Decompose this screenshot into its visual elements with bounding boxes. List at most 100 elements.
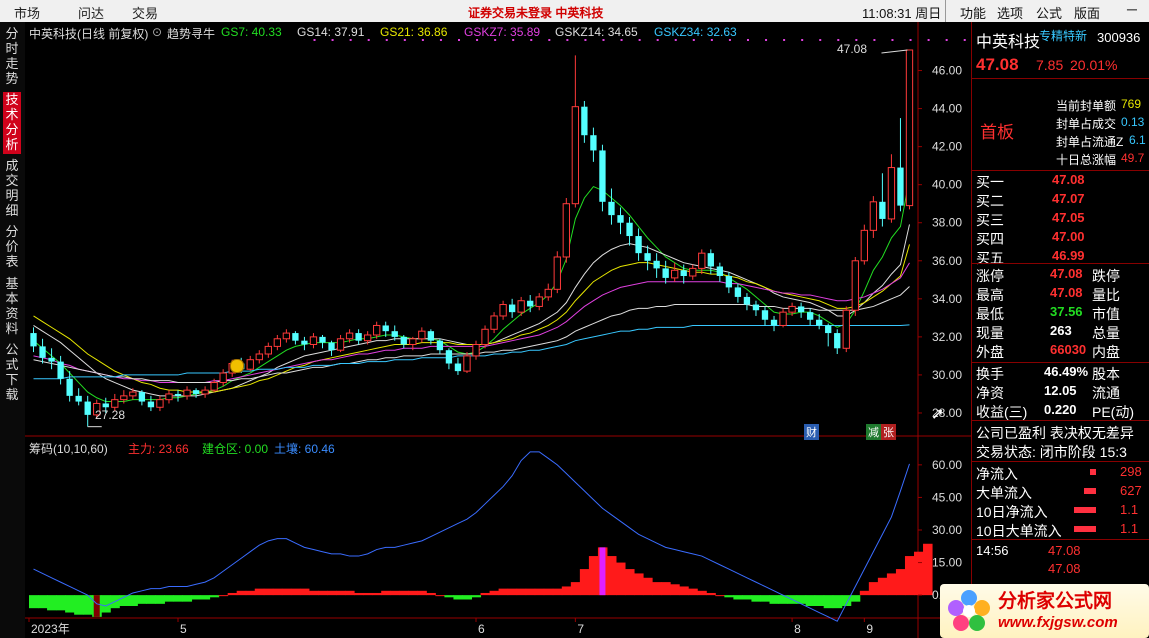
stat-label-2: 跌停 [1092, 268, 1120, 284]
candle-body [490, 315, 498, 330]
main-force-bar [317, 590, 328, 596]
main-force-bar [263, 588, 274, 596]
seal-vs-float-value: 6.1 [1129, 133, 1146, 147]
candle-body [644, 253, 651, 261]
smiley-signal-icon[interactable] [230, 359, 244, 373]
limit-dot [421, 39, 424, 41]
limit-dot [710, 39, 713, 41]
tab-formula-download[interactable]: 公式下载 [3, 342, 21, 404]
menu-market[interactable]: 市场 [14, 3, 40, 22]
main-force-bar [38, 595, 48, 609]
main-force-bar [516, 588, 527, 596]
minimize-icon[interactable]: ─ [1127, 1, 1137, 17]
indicator-name[interactable]: 趋势寻牛 [167, 25, 215, 42]
main-force-bar [805, 595, 816, 606]
candle-body [355, 333, 362, 341]
main-force-bar [742, 595, 752, 600]
menu-formula[interactable]: 公式 [1036, 3, 1062, 22]
candle-body [698, 252, 706, 269]
seal-vs-float-label: 封单占流通Z [1056, 135, 1124, 149]
limit-dot [403, 39, 406, 41]
main-force-bar [606, 556, 617, 596]
candle-body [707, 253, 714, 267]
bid-label: 买二 [976, 193, 1004, 209]
candle-body [111, 399, 119, 408]
login-notice[interactable]: 证券交易未登录 中英科技 [468, 4, 603, 21]
menu-wenda[interactable]: 问达 [78, 3, 104, 22]
candle-body [147, 401, 155, 408]
flow-bar [1074, 507, 1096, 513]
legend-gs21: GS21: 36.86 [380, 25, 448, 39]
main-force-bar [471, 595, 482, 598]
menu-layout[interactable]: 版面 [1074, 3, 1100, 22]
fund-label: 净资 [976, 385, 1004, 401]
main-force-bar [137, 595, 147, 604]
stat-label: 外盘 [976, 344, 1004, 360]
candle-body [345, 332, 354, 340]
finance-badge[interactable]: 财 [804, 424, 819, 440]
candle-body [57, 361, 64, 379]
main-force-bar [534, 588, 545, 596]
sub-indicator-name[interactable]: 筹码(10,10,60) [29, 440, 108, 457]
status-badge: 首板 [980, 123, 1014, 142]
main-force-bar [272, 588, 283, 596]
main-force-bar [191, 595, 202, 600]
ytick-label: 34.00 [932, 292, 962, 306]
candle-body [409, 338, 417, 345]
limit-dot [458, 39, 461, 41]
low-label: 27.28 [95, 408, 126, 422]
candle-body [319, 336, 326, 343]
main-force-bar [453, 595, 463, 600]
legend-main-force: 主力: 23.66 [128, 442, 189, 456]
candle-body [680, 270, 687, 276]
candle-body [860, 229, 868, 262]
seal-vs-deal-value: 0.13 [1121, 115, 1145, 129]
main-force-bar [823, 595, 834, 609]
candle-body [183, 389, 191, 397]
xtick-label: 5 [180, 622, 187, 636]
main-force-bar [218, 595, 229, 597]
menu-function[interactable]: 功能 [960, 3, 986, 22]
flow-label: 净流入 [976, 466, 1018, 482]
indicator-dropdown-icon[interactable]: ⊙ [152, 25, 162, 39]
limit-dot [385, 39, 388, 41]
menu-options[interactable]: 选项 [997, 3, 1023, 22]
reduce-badge[interactable]: 减 [866, 424, 881, 440]
limit-dot [656, 39, 659, 41]
limit-badge[interactable]: 张 [881, 424, 896, 440]
tab-intraday[interactable]: 分时走势 [3, 26, 21, 88]
bid-price: 47.08 [1052, 172, 1085, 187]
candle-body [743, 296, 751, 305]
candle-body [734, 287, 742, 297]
stat-value: 47.08 [1050, 285, 1083, 300]
limit-dot [963, 39, 966, 41]
candle-body [120, 395, 128, 401]
divider [945, 0, 946, 22]
kline-chart-area[interactable]: 28.0030.0032.0034.0036.0038.0040.0042.00… [25, 22, 971, 638]
menu-trade[interactable]: 交易 [132, 3, 158, 22]
tab-deals[interactable]: 成交明细 [3, 158, 21, 220]
main-force-bar [65, 595, 75, 613]
main-force-bar [128, 595, 138, 606]
stat-label: 最低 [976, 306, 1004, 322]
bid-label: 买三 [976, 212, 1004, 228]
candle-body [481, 328, 489, 345]
candle-body [363, 334, 372, 342]
tick-price: 47.08 [1048, 543, 1081, 558]
legend-gs14: GS14: 37.91 [297, 25, 365, 39]
watermark-url: www.fxjgsw.com [998, 614, 1118, 631]
tab-technical[interactable]: 技术分析 [3, 92, 21, 154]
main-force-bar [832, 595, 843, 609]
candle-body [165, 393, 173, 401]
tab-fundamentals[interactable]: 基本资料 [3, 276, 21, 338]
main-force-bar [706, 592, 716, 596]
main-force-bar [525, 588, 536, 596]
candle-body [201, 389, 209, 395]
main-force-bar [444, 595, 454, 598]
main-force-bar [29, 595, 39, 609]
tab-price-table[interactable]: 分价表 [3, 224, 21, 272]
candle-body [553, 256, 561, 290]
candle-body [535, 296, 543, 307]
candle-body [264, 345, 272, 355]
limit-dot [746, 39, 749, 41]
